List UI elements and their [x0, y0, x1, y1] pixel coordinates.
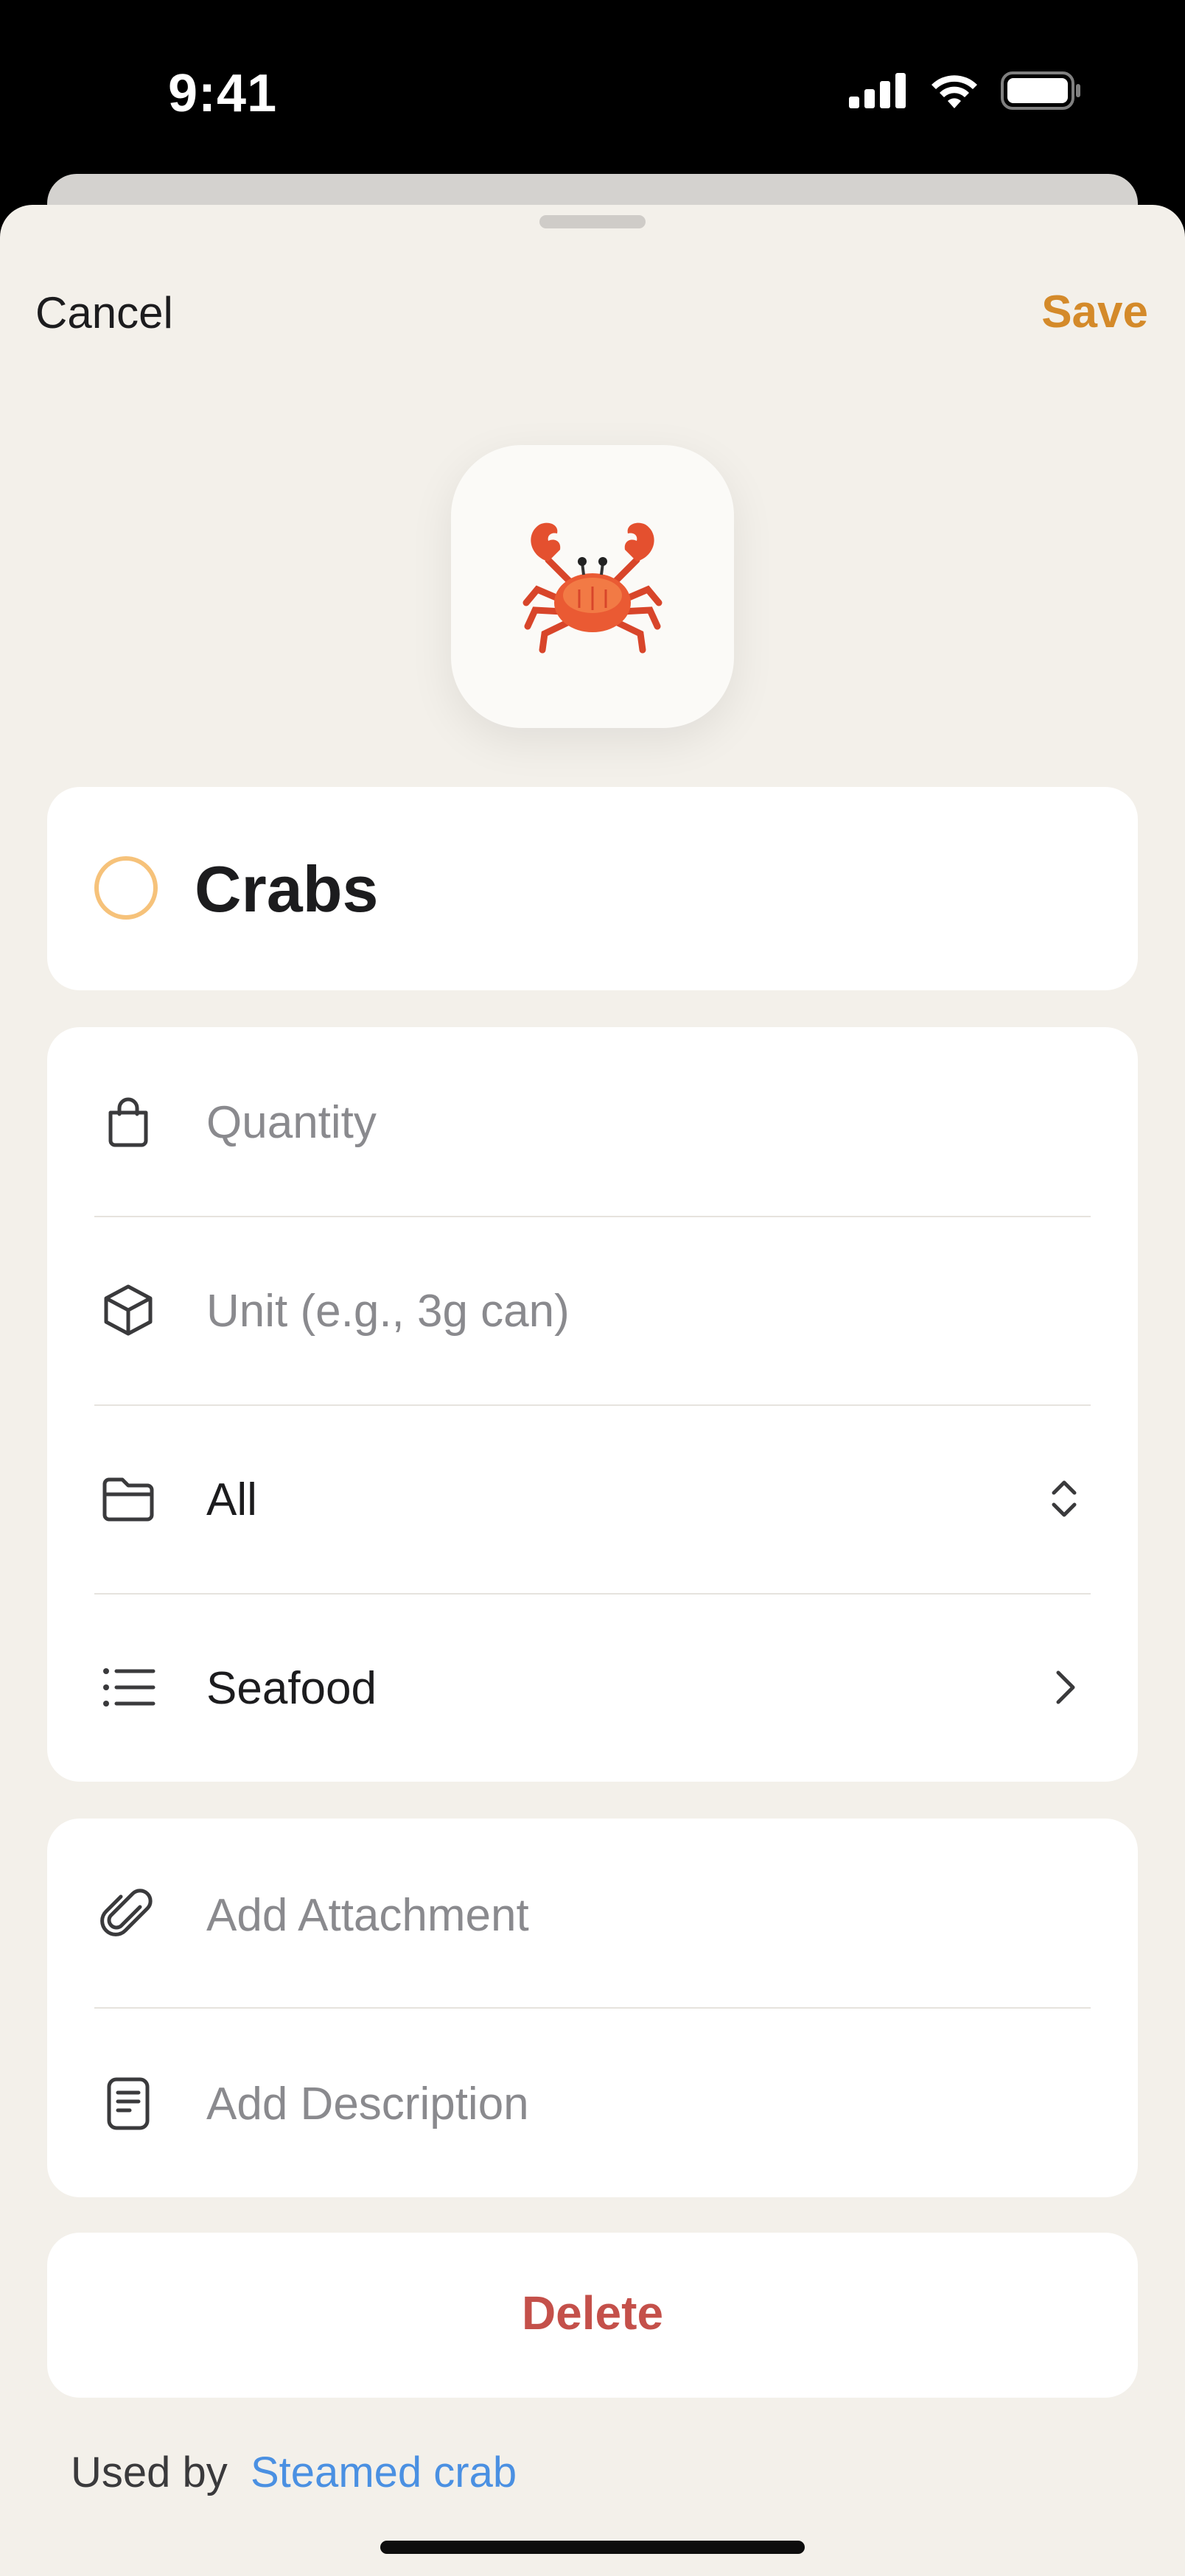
sheet-grabber[interactable]	[539, 215, 646, 228]
used-by-label: Used by	[71, 2449, 228, 2496]
save-button[interactable]: Save	[1041, 286, 1148, 338]
list-icon	[103, 1668, 155, 1707]
details-card: Quantity Unit (e.g., 3g can) All Seafood	[47, 1027, 1138, 1782]
signal-icon	[849, 73, 906, 108]
description-row[interactable]: Add Description	[47, 2009, 1138, 2197]
battery-icon	[1001, 71, 1080, 110]
folder-value: All	[206, 1474, 257, 1525]
add-attachment-button[interactable]: Add Attachment	[206, 1889, 529, 1942]
shopping-bag-icon	[108, 1097, 148, 1147]
completion-checkbox[interactable]	[94, 856, 158, 920]
status-time: 9:41	[168, 64, 278, 123]
chevron-up-down-icon	[1052, 1480, 1077, 1517]
wifi-icon	[931, 75, 977, 108]
quantity-row[interactable]: Quantity	[47, 1027, 1138, 1216]
crab-icon	[522, 522, 663, 654]
cancel-button[interactable]: Cancel	[35, 287, 173, 338]
document-icon	[107, 2077, 150, 2130]
status-icons	[849, 71, 1082, 111]
item-emoji-button[interactable]	[451, 445, 734, 728]
category-row[interactable]: Seafood	[47, 1593, 1138, 1782]
item-title[interactable]: Crabs	[195, 852, 378, 927]
paperclip-icon	[100, 1889, 153, 1936]
delete-button[interactable]: Delete	[47, 2233, 1138, 2398]
title-card: Crabs	[47, 787, 1138, 990]
used-by-recipe-link[interactable]: Steamed crab	[251, 2448, 517, 2497]
home-indicator[interactable]	[380, 2541, 805, 2554]
unit-row[interactable]: Unit (e.g., 3g can)	[47, 1216, 1138, 1404]
status-bar: 9:41	[0, 0, 1185, 177]
quantity-field[interactable]: Quantity	[206, 1096, 377, 1149]
chevron-right-icon	[1056, 1670, 1075, 1704]
folder-row[interactable]: All	[47, 1404, 1138, 1593]
add-description-button[interactable]: Add Description	[206, 2078, 529, 2130]
extras-card: Add Attachment Add Description	[47, 1819, 1138, 2197]
category-value: Seafood	[206, 1663, 377, 1714]
delete-label: Delete	[521, 2286, 664, 2339]
cube-icon	[104, 1284, 153, 1336]
attachment-row[interactable]: Add Attachment	[47, 1820, 1138, 2009]
unit-field[interactable]: Unit (e.g., 3g can)	[206, 1285, 570, 1337]
folder-icon	[102, 1477, 154, 1522]
